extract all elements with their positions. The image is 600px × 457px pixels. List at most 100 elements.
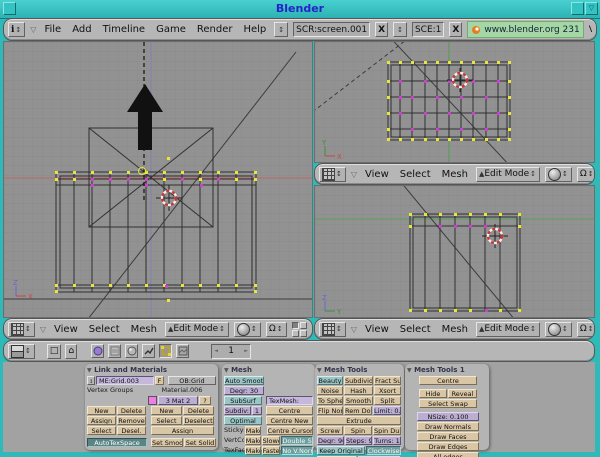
- menu-view[interactable]: View: [362, 169, 392, 180]
- degr-slider[interactable]: Degr: 90: [317, 436, 344, 445]
- fake-user-button[interactable]: F: [155, 376, 164, 385]
- panel-link-and-materials[interactable]: ▼ Link and Materials ↕ ME:Grid.003 F OB:…: [85, 364, 218, 450]
- nsize-slider[interactable]: NSize: 0.100: [417, 412, 479, 421]
- viewport-type-icon[interactable]: ↕: [8, 322, 35, 337]
- subdiv-render-stepper[interactable]: 1: [252, 406, 262, 415]
- auto-smooth-toggle[interactable]: Auto Smooth: [224, 376, 264, 385]
- optimal-toggle[interactable]: Optimal: [224, 416, 262, 425]
- viewport-front-canvas[interactable]: Z X: [3, 41, 313, 318]
- material-color-swatch[interactable]: [148, 396, 157, 405]
- frame-number-field[interactable]: ◄ 1 ►: [211, 344, 251, 359]
- smooth-button[interactable]: Smooth: [344, 396, 373, 405]
- scene-context-icon[interactable]: [176, 344, 189, 358]
- select-swap-button[interactable]: Select Swap: [419, 399, 477, 408]
- reveal-button[interactable]: Reveal: [448, 389, 477, 398]
- vgroup-select-button[interactable]: Select: [87, 426, 116, 435]
- header-collapse-icon[interactable]: ▽: [40, 325, 46, 334]
- scene-name-field[interactable]: SCE:1: [412, 22, 444, 37]
- viewport-type-icon[interactable]: ↕: [319, 167, 346, 182]
- animation-context-icon[interactable]: [142, 344, 155, 358]
- spin-dup-button[interactable]: Spin Dup: [373, 426, 401, 435]
- to-sphere-button[interactable]: To Sphere: [317, 396, 343, 405]
- material-delete-button[interactable]: Delete: [183, 406, 214, 415]
- viewport-top-canvas[interactable]: Y X: [314, 41, 595, 163]
- menu-view[interactable]: View: [362, 324, 392, 335]
- material-counter[interactable]: 3 Mat 2: [158, 396, 198, 405]
- menu-mesh[interactable]: Mesh: [439, 169, 471, 180]
- material-assign-button[interactable]: Assign: [151, 426, 214, 435]
- mesh-name-field[interactable]: ME:Grid.003: [96, 376, 154, 385]
- logic-context-icon[interactable]: [91, 344, 104, 358]
- material-new-button[interactable]: New: [151, 406, 182, 415]
- slowerdraw-button[interactable]: SlowerDr: [262, 436, 281, 445]
- steps-stepper[interactable]: Steps: 9: [345, 436, 372, 445]
- buttons-window-type-icon[interactable]: ↕: [8, 344, 35, 359]
- vertcol-make-button[interactable]: Make: [245, 436, 261, 445]
- pivot-dropdown[interactable]: Ω↕: [577, 167, 595, 182]
- mode-dropdown[interactable]: ▲ Edit Mode ↕: [476, 167, 540, 182]
- menu-select[interactable]: Select: [397, 169, 434, 180]
- flip-normal-button[interactable]: Flip Normal: [317, 406, 343, 415]
- panel-header[interactable]: ▼ Mesh Tools: [317, 366, 402, 376]
- panel-header[interactable]: ▼ Mesh Tools 1: [407, 366, 487, 376]
- panel-mesh-tools[interactable]: ▼ Mesh Tools Beauty Subdivide Fract Subd…: [315, 364, 404, 450]
- set-solid-button[interactable]: Set Solid: [184, 438, 216, 447]
- hash-button[interactable]: Hash: [344, 386, 373, 395]
- centre-button[interactable]: Centre: [419, 376, 477, 385]
- menu-game[interactable]: Game: [153, 24, 189, 35]
- degr-slider[interactable]: Degr: 30: [224, 386, 264, 395]
- centre-cursor-button[interactable]: Centre Cursor: [267, 426, 313, 435]
- editing-context-icon[interactable]: [159, 344, 172, 358]
- title-bar[interactable]: Blender ▽: [0, 0, 600, 19]
- draw-faces-toggle[interactable]: Draw Faces: [417, 432, 479, 441]
- viewport-side-canvas[interactable]: Z Y: [314, 185, 595, 318]
- material-help-button[interactable]: ?: [199, 396, 211, 405]
- material-deselect-button[interactable]: Deselect: [183, 416, 214, 425]
- panel-mesh[interactable]: ▼ Mesh Auto Smooth Degr: 30 SubSurf TexM…: [222, 364, 315, 450]
- header-collapse-icon[interactable]: ▽: [351, 325, 357, 334]
- shade-button[interactable]: ▽: [585, 2, 598, 15]
- clockwise-toggle[interactable]: Clockwise: [366, 446, 401, 455]
- header-collapse-icon[interactable]: ▽: [351, 170, 357, 179]
- home-icon[interactable]: ⌂: [65, 344, 77, 359]
- rem-doubles-button[interactable]: Rem Double: [344, 406, 372, 415]
- viewport-type-icon[interactable]: ↕: [319, 322, 346, 337]
- mode-dropdown[interactable]: ▲ Edit Mode ↕: [165, 322, 229, 337]
- draw-edges-toggle[interactable]: Draw Edges: [417, 442, 479, 451]
- menu-add[interactable]: Add: [69, 24, 94, 35]
- material-select-button[interactable]: Select: [151, 416, 182, 425]
- draw-type-dropdown[interactable]: ↕: [234, 322, 261, 337]
- vgroup-new-button[interactable]: New: [87, 406, 116, 415]
- screen-delete-button[interactable]: X: [375, 22, 388, 37]
- subdivide-button[interactable]: Subdivide: [344, 376, 373, 385]
- vgroup-assign-button[interactable]: Assign: [87, 416, 116, 425]
- draw-type-dropdown[interactable]: ↕: [545, 167, 572, 182]
- fasterdraw-button[interactable]: FasterDr: [262, 446, 281, 455]
- menu-select[interactable]: Select: [86, 324, 123, 335]
- layer-buttons[interactable]: [292, 322, 308, 337]
- set-smooth-button[interactable]: Set Smooth: [151, 438, 183, 447]
- spin-button[interactable]: Spin: [344, 426, 372, 435]
- scene-browse-icon[interactable]: ↕: [393, 22, 407, 37]
- panel-header[interactable]: ▼ Link and Materials: [87, 366, 216, 376]
- xsort-button[interactable]: Xsort: [374, 386, 401, 395]
- split-button[interactable]: Split: [374, 396, 401, 405]
- hide-button[interactable]: Hide: [419, 389, 447, 398]
- vgroup-remove-button[interactable]: Remove: [117, 416, 146, 425]
- sticky-make-button[interactable]: Make: [245, 426, 261, 435]
- draw-normals-toggle[interactable]: Draw Normals: [417, 422, 479, 431]
- menu-render[interactable]: Render: [194, 24, 236, 35]
- double-sided-toggle[interactable]: Double Sided: [281, 436, 313, 445]
- centre-new-button[interactable]: Centre New: [266, 416, 313, 425]
- menu-view[interactable]: View: [51, 324, 81, 335]
- screen-name-field[interactable]: SCR:screen.001: [293, 22, 370, 37]
- scene-delete-button[interactable]: X: [449, 22, 462, 37]
- menu-help[interactable]: Help: [240, 24, 269, 35]
- mesh-browse-icon[interactable]: ↕: [87, 376, 95, 385]
- all-edges-toggle[interactable]: All edges: [417, 452, 479, 457]
- no-vnormal-flip-toggle[interactable]: No V.Normal Flip: [281, 446, 313, 455]
- vgroup-delete-button[interactable]: Delete: [117, 406, 146, 415]
- limit-slider[interactable]: Limit: 0.001: [373, 406, 401, 415]
- panel-header[interactable]: ▼ Mesh: [224, 366, 313, 376]
- pivot-dropdown[interactable]: Ω↕: [266, 322, 287, 337]
